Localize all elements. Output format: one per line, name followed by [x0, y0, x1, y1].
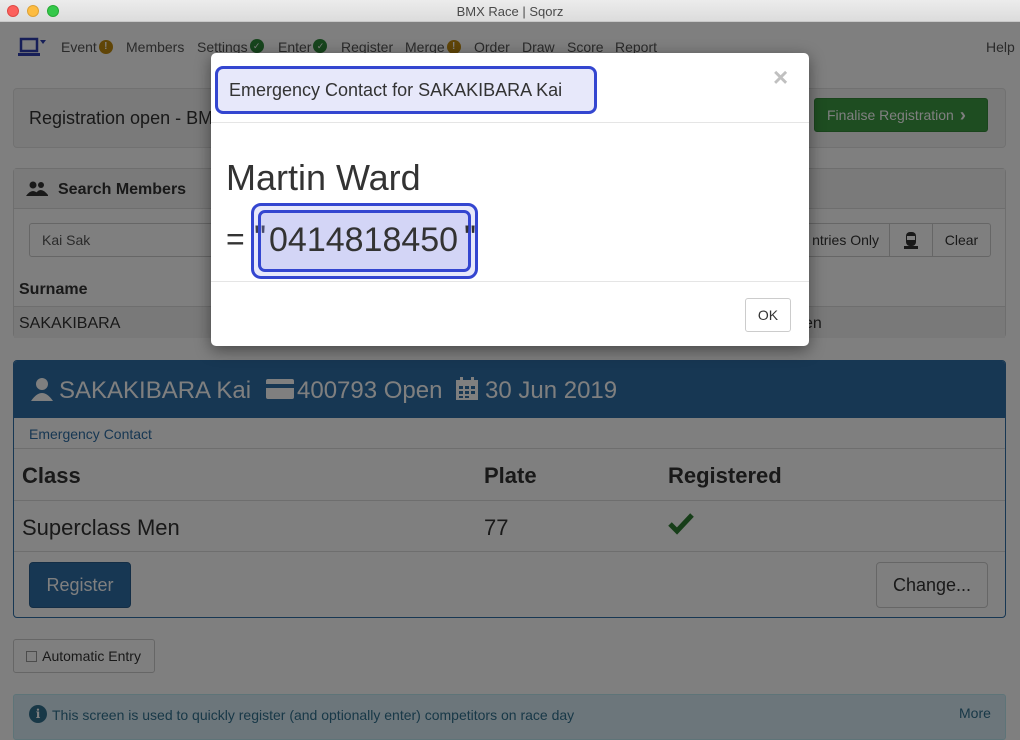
modal-footer: OK [211, 281, 809, 346]
phone-prefix: = [226, 221, 245, 257]
phone-number: 0414818450 [269, 221, 459, 259]
modal-header: Emergency Contact for SAKAKIBARA Kai × [211, 53, 809, 123]
contact-name: Martin Ward [226, 157, 421, 198]
modal-title-highlight: Emergency Contact for SAKAKIBARA Kai [215, 66, 597, 114]
emergency-contact-modal: Emergency Contact for SAKAKIBARA Kai × M… [211, 53, 809, 346]
phone-highlight-inner: 0414818450 [258, 210, 471, 272]
ok-button[interactable]: OK [745, 298, 791, 332]
phone-highlight: 0414818450 [251, 203, 478, 279]
modal-title: Emergency Contact for SAKAKIBARA Kai [229, 80, 563, 100]
window-titlebar: BMX Race | Sqorz [0, 0, 1020, 22]
quote-close: " [464, 219, 477, 257]
close-icon[interactable]: × [773, 62, 788, 92]
window-title: BMX Race | Sqorz [456, 4, 564, 19]
